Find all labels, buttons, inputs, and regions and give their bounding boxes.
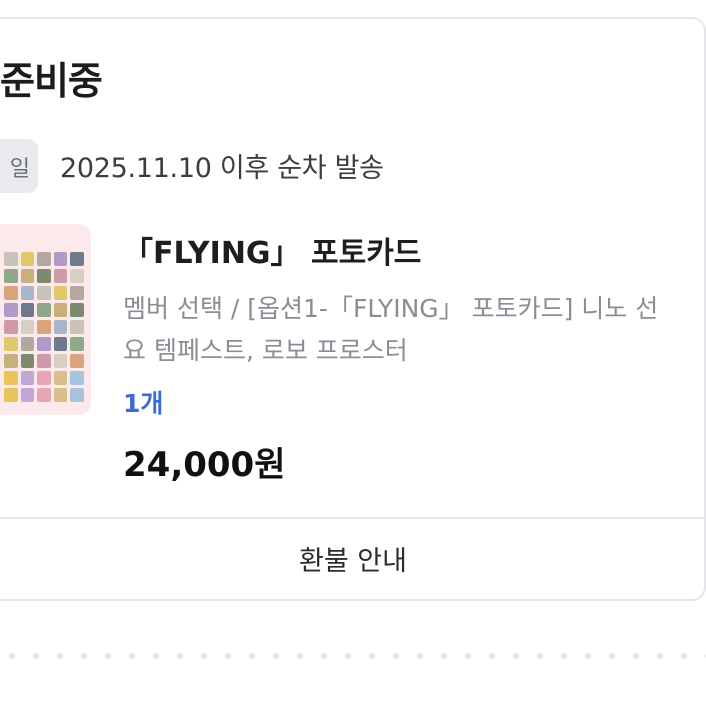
photocard-tile xyxy=(4,269,18,283)
product-title[interactable]: 「FLYING」 포토카드 xyxy=(123,228,421,272)
product-option: 멤버 선택 / [옵션1-「FLYING」 포토카드] 니노 선 요 템페스트,… xyxy=(123,288,706,372)
product-option-line: 멤버 선택 / [옵션1-「FLYING」 포토카드] 니노 선 xyxy=(123,294,659,323)
photocard-tile xyxy=(70,371,84,385)
photocard-tile xyxy=(53,388,68,402)
photocard-tile xyxy=(53,337,68,351)
photocard-tile xyxy=(37,320,51,334)
photocard-tile xyxy=(20,269,35,283)
photocard-tile xyxy=(37,388,51,402)
refund-info-button[interactable]: 환불 안내 xyxy=(0,518,706,598)
photocard-tile xyxy=(20,252,35,266)
photocard-tile xyxy=(4,252,18,266)
photocard-tile xyxy=(70,303,84,317)
photocard-tile xyxy=(4,320,18,334)
photocard-tile xyxy=(53,269,68,283)
photocard-tile xyxy=(20,388,35,402)
photocard-tile xyxy=(37,286,51,300)
photocard-tile xyxy=(70,388,84,402)
date-badge: 일 xyxy=(0,139,38,193)
photocard-tile xyxy=(70,320,84,334)
photocard-tile xyxy=(4,354,18,368)
photocard-tile xyxy=(20,337,35,351)
photocard-tile xyxy=(53,354,68,368)
photocard-tile xyxy=(20,354,35,368)
photocard-tile xyxy=(70,337,84,351)
photocard-tile xyxy=(37,354,51,368)
photocard-tile xyxy=(37,252,51,266)
photocard-tile xyxy=(37,303,51,317)
photocard-grid xyxy=(4,252,84,402)
photocard-tile xyxy=(20,320,35,334)
photocard-tile xyxy=(20,286,35,300)
photocard-tile xyxy=(4,303,18,317)
photocard-tile xyxy=(70,354,84,368)
photocard-tile xyxy=(37,337,51,351)
date-badge-label: 일 xyxy=(9,157,30,182)
product-quantity: 1개 xyxy=(123,389,164,418)
photocard-tile xyxy=(53,252,68,266)
photocard-tile xyxy=(53,320,68,334)
photocard-tile xyxy=(4,286,18,300)
photocard-tile xyxy=(70,252,84,266)
photocard-tile xyxy=(37,269,51,283)
photocard-tile xyxy=(53,303,68,317)
shipping-info: 2025.11.10 이후 순차 발송 xyxy=(60,153,384,184)
order-status-title: 준비중 xyxy=(0,59,103,103)
product-price: 24,000원 xyxy=(123,445,286,485)
photocard-tile xyxy=(70,269,84,283)
product-option-line: 요 템페스트, 로보 프로스터 xyxy=(123,336,408,365)
dotted-separator xyxy=(0,652,706,660)
photocard-tile xyxy=(53,286,68,300)
photocard-tile xyxy=(37,371,51,385)
photocard-tile xyxy=(20,303,35,317)
photocard-tile xyxy=(70,286,84,300)
photocard-tile xyxy=(4,388,18,402)
photocard-tile xyxy=(4,337,18,351)
photocard-tile xyxy=(4,371,18,385)
photocard-tile xyxy=(20,371,35,385)
photocard-tile xyxy=(53,371,68,385)
product-thumbnail[interactable] xyxy=(0,224,91,415)
